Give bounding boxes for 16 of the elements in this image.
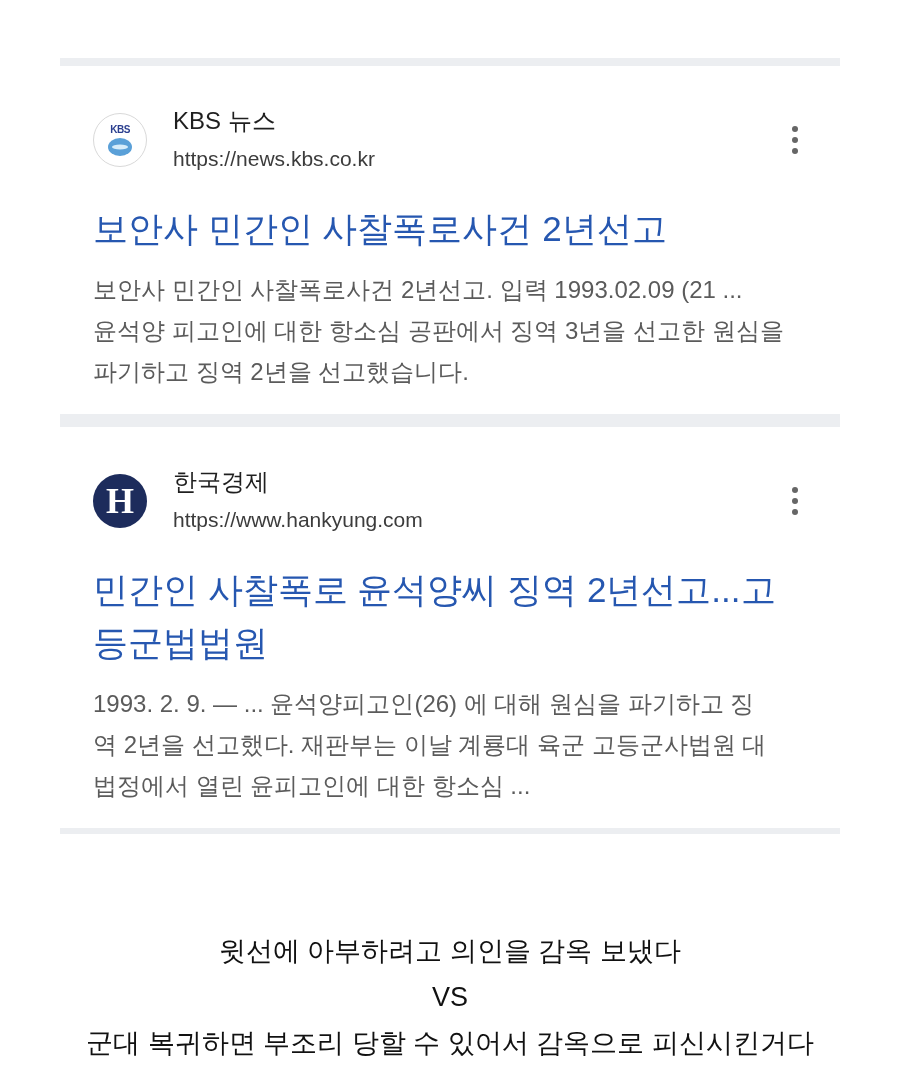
- caption-text: 윗선에 아부하려고 의인을 감옥 보냈다: [219, 935, 681, 968]
- caption-text: VS: [432, 981, 468, 1014]
- site-url: https://www.hankyung.com: [173, 507, 423, 533]
- site-name: 한국경제: [173, 467, 269, 497]
- result-title-link[interactable]: 보안사 민간인 사찰폭로사건 2년선고: [93, 202, 667, 255]
- site-name: KBS 뉴스: [173, 106, 276, 136]
- result-title-link[interactable]: 민간인 사찰폭로 윤석양씨 징역 2년선고...고 등군법법원: [93, 563, 776, 669]
- caption-text: 군대 복귀하면 부조리 당할 수 있어서 감옥으로 피신시킨거다: [86, 1027, 814, 1060]
- logo-letter: H: [106, 483, 134, 519]
- result-snippet: 1993. 2. 9. — ... 윤석양피고인(26) 에 대해 원심을 파기하고 징 역 2년을 선고했다. 재판부는 이날 계룡대 육군 고등군사법원 대 법정에서 열린 윤피고인에 대한 항소심 ...: [93, 689, 767, 801]
- result-snippet: 보안사 민간인 사찰폭로사건 2년선고. 입력 1993.02.09 (21 ... 윤석양 피고인에 대한 항소심 공판에서 징역 3년을 선고한 원심을 파기하고 징역 2년을 선고했습니다.: [93, 275, 784, 387]
- logo-text: KBS: [110, 124, 130, 135]
- site-url: https://news.kbs.co.kr: [173, 146, 375, 172]
- oval-logo-icon: [108, 137, 132, 156]
- more-options-icon[interactable]: [792, 487, 798, 515]
- more-options-icon[interactable]: [792, 126, 798, 154]
